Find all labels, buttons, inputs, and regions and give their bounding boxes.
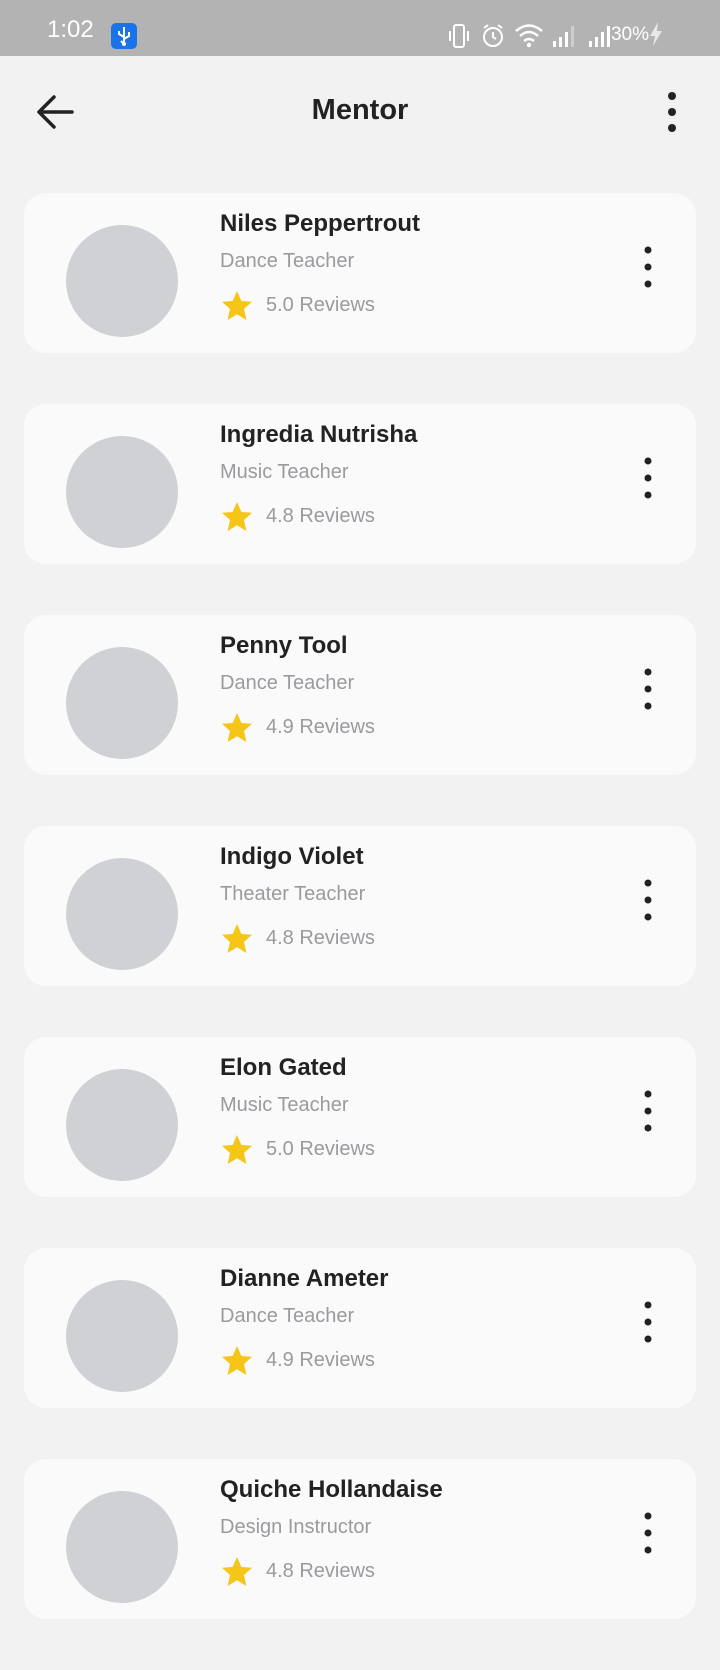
more-options-button[interactable] (652, 86, 692, 138)
rating-text: 4.9 Reviews (266, 1349, 375, 1371)
usb-icon (111, 23, 137, 49)
card-more-options-button[interactable] (636, 878, 666, 928)
mentor-name: Dianne Ameter (220, 1265, 389, 1292)
mentor-card[interactable]: Indigo Violet Theater Teacher 4.8 Review… (24, 826, 696, 986)
status-bar: 1:02 30% (0, 0, 720, 56)
rating-text: 4.9 Reviews (266, 716, 375, 738)
more-vertical-icon (644, 879, 652, 921)
mentor-name: Indigo Violet (220, 843, 364, 870)
avatar (66, 647, 178, 759)
charging-icon (649, 21, 663, 52)
mentor-role: Dance Teacher (220, 250, 355, 272)
avatar (66, 1069, 178, 1181)
signal-icon-1 (552, 24, 578, 53)
rating-text: 4.8 Reviews (266, 927, 375, 949)
battery-level: 30% (610, 24, 649, 45)
mentor-role: Theater Teacher (220, 883, 366, 905)
rating-text: 4.8 Reviews (266, 505, 375, 527)
card-more-options-button[interactable] (636, 456, 666, 506)
vibrate-icon (448, 23, 470, 54)
mentor-card[interactable]: Niles Peppertrout Dance Teacher 5.0 Revi… (24, 193, 696, 353)
star-icon (222, 1346, 252, 1375)
more-vertical-icon (644, 457, 652, 499)
avatar (66, 1280, 178, 1392)
star-icon (222, 291, 252, 320)
star-icon (222, 1135, 252, 1164)
card-more-options-button[interactable] (636, 1300, 666, 1350)
mentor-name: Ingredia Nutrisha (220, 421, 418, 448)
mentor-name: Penny Tool (220, 632, 348, 659)
mentor-name: Quiche Hollandaise (220, 1476, 443, 1503)
star-icon (222, 502, 252, 531)
mentor-list: Niles Peppertrout Dance Teacher 5.0 Revi… (24, 193, 696, 1670)
mentor-name: Elon Gated (220, 1054, 347, 1081)
card-more-options-button[interactable] (636, 1511, 666, 1561)
page-title: Mentor (311, 94, 409, 126)
app-bar: Mentor (0, 56, 720, 168)
more-vertical-icon (644, 246, 652, 288)
mentor-card[interactable]: Quiche Hollandaise Design Instructor 4.8… (24, 1459, 696, 1619)
mentor-role: Design Instructor (220, 1516, 372, 1538)
more-vertical-icon (644, 1512, 652, 1554)
mentor-card[interactable]: Elon Gated Music Teacher 5.0 Reviews (24, 1037, 696, 1197)
rating-text: 5.0 Reviews (266, 294, 375, 316)
mentor-role: Dance Teacher (220, 1305, 355, 1327)
avatar (66, 225, 178, 337)
star-icon (222, 1557, 252, 1586)
more-vertical-icon (644, 668, 652, 710)
rating-text: 4.8 Reviews (266, 1560, 375, 1582)
mentor-role: Dance Teacher (220, 672, 355, 694)
more-vertical-icon (668, 92, 676, 132)
avatar (66, 858, 178, 970)
avatar (66, 436, 178, 548)
star-icon (222, 924, 252, 953)
card-more-options-button[interactable] (636, 667, 666, 717)
mentor-card[interactable]: Ingredia Nutrisha Music Teacher 4.8 Revi… (24, 404, 696, 564)
mentor-card[interactable]: Penny Tool Dance Teacher 4.9 Reviews (24, 615, 696, 775)
more-vertical-icon (644, 1090, 652, 1132)
alarm-icon (480, 23, 506, 54)
mentor-role: Music Teacher (220, 461, 349, 483)
star-icon (222, 713, 252, 742)
mentor-role: Music Teacher (220, 1094, 349, 1116)
rating-text: 5.0 Reviews (266, 1138, 375, 1160)
avatar (66, 1491, 178, 1603)
status-time: 1:02 (47, 16, 94, 43)
card-more-options-button[interactable] (636, 1089, 666, 1139)
mentor-name: Niles Peppertrout (220, 210, 421, 237)
wifi-icon (514, 22, 544, 53)
card-more-options-button[interactable] (636, 245, 666, 295)
mentor-card[interactable]: Dianne Ameter Dance Teacher 4.9 Reviews (24, 1248, 696, 1408)
more-vertical-icon (644, 1301, 652, 1343)
